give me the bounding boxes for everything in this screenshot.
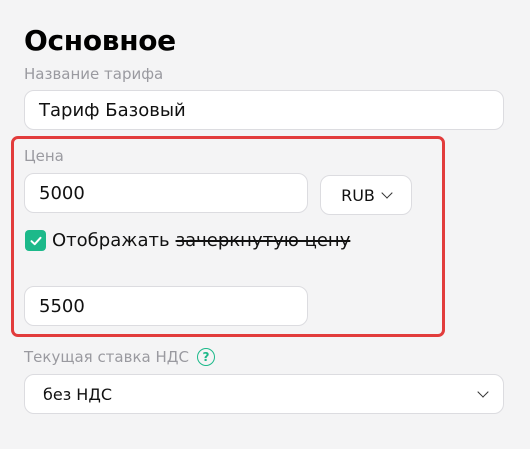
price-value: 5000 bbox=[39, 182, 85, 204]
vat-label: Текущая ставка НДС bbox=[24, 348, 189, 366]
currency-select[interactable]: RUB bbox=[320, 175, 412, 215]
currency-value: RUB bbox=[341, 185, 375, 205]
chevron-down-icon bbox=[381, 187, 393, 199]
section-title: Основное bbox=[24, 24, 176, 57]
tariff-name-value: Тариф Базовый bbox=[39, 99, 186, 121]
vat-value: без НДС bbox=[43, 384, 113, 404]
help-icon-symbol: ? bbox=[202, 350, 210, 364]
chevron-down-icon bbox=[477, 386, 489, 398]
vat-label-row: Текущая ставка НДС ? bbox=[24, 347, 215, 367]
show-crossed-price-struck-label: зачеркнутую цену bbox=[175, 230, 351, 251]
tariff-name-input[interactable]: Тариф Базовый bbox=[24, 90, 504, 130]
price-input[interactable]: 5000 bbox=[24, 173, 308, 213]
show-crossed-price-label: Отображать bbox=[52, 230, 170, 251]
vat-select[interactable]: без НДС bbox=[24, 374, 504, 414]
show-crossed-price-checkbox[interactable] bbox=[25, 230, 46, 251]
checkmark-icon bbox=[30, 236, 41, 245]
help-icon[interactable]: ? bbox=[196, 348, 215, 366]
show-crossed-price-row[interactable]: Отображать зачеркнутую цену bbox=[25, 230, 350, 251]
crossed-price-value: 5500 bbox=[39, 295, 85, 317]
tariff-name-label: Название тарифа bbox=[24, 65, 164, 83]
crossed-price-input[interactable]: 5500 bbox=[24, 286, 308, 326]
price-label: Цена bbox=[24, 147, 64, 165]
